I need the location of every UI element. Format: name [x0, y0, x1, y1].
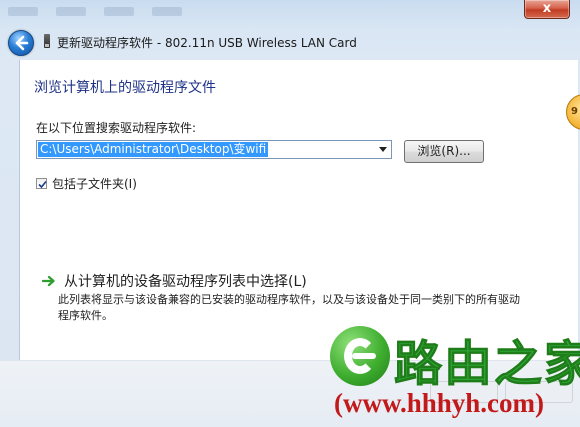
- include-subfolders-row[interactable]: 包括子文件夹(I): [36, 175, 137, 192]
- include-subfolders-label: 包括子文件夹(I): [52, 177, 137, 191]
- watermark-url: (www.hhhyh.com): [334, 388, 545, 418]
- watermark-logo-icon: [330, 326, 390, 386]
- checkmark-icon: [38, 180, 47, 189]
- search-location-label: 在以下位置搜索驱动程序软件:: [36, 121, 197, 135]
- close-button[interactable]: x: [524, 0, 570, 19]
- window-title: 更新驱动程序软件 - 802.11n USB Wireless LAN Card: [57, 36, 357, 50]
- path-input-value[interactable]: C:\Users\Administrator\Desktop\变wifi: [38, 142, 269, 157]
- background-menu-ghost: [8, 7, 182, 16]
- page-heading: 浏览计算机上的驱动程序文件: [34, 80, 216, 96]
- green-arrow-icon: [42, 275, 55, 287]
- path-combobox[interactable]: C:\Users\Administrator\Desktop\变wifi: [36, 140, 392, 159]
- include-subfolders-checkbox[interactable]: [36, 178, 47, 189]
- pick-from-list-title[interactable]: 从计算机的设备驱动程序列表中选择(L): [64, 271, 307, 291]
- title-bar: x: [0, 0, 580, 24]
- back-arrow-icon: [15, 35, 29, 51]
- dropdown-arrow-icon[interactable]: [379, 147, 387, 152]
- watermark-logo: 路由之家 (www.hhhyh.com): [330, 318, 580, 426]
- usb-device-icon: [44, 34, 50, 48]
- content-panel: 浏览计算机上的驱动程序文件 在以下位置搜索驱动程序软件: C:\Users\Ad…: [19, 60, 578, 360]
- back-button[interactable]: [8, 30, 34, 56]
- watermark-brand: 路由之家: [393, 336, 580, 393]
- nav-bar: 更新驱动程序软件 - 802.11n USB Wireless LAN Card: [0, 26, 580, 58]
- browse-button[interactable]: 浏览(R)...: [404, 140, 484, 163]
